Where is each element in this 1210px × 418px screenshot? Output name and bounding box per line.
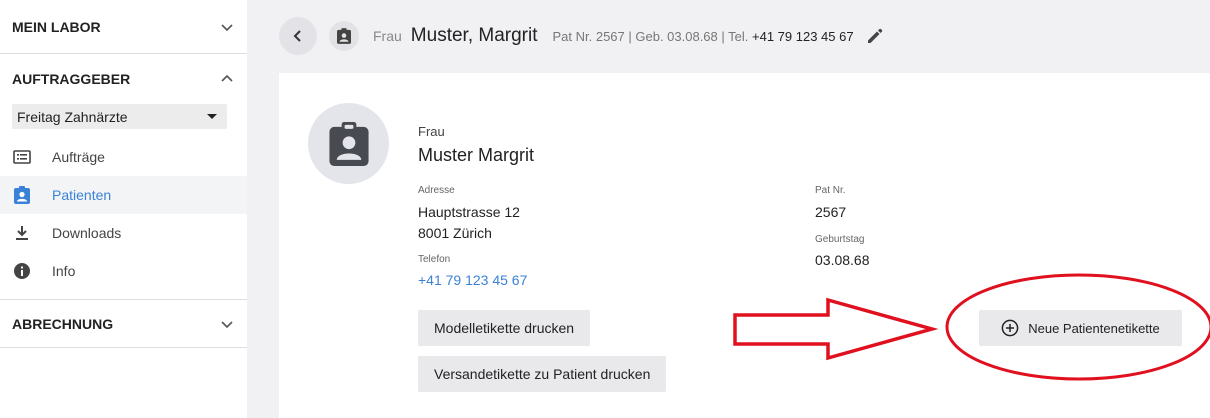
header-salutation: Frau — [373, 28, 402, 44]
sidebar-item-label: Info — [52, 263, 76, 279]
header-meta-text: Pat Nr. 2567 | Geb. 03.08.68 | Tel. — [552, 28, 749, 44]
patnr-value: 2567 — [815, 204, 847, 220]
patient-header: Frau Muster, Margrit Pat Nr. 2567 | Geb.… — [247, 0, 1210, 72]
sidebar-item-downloads[interactable]: Downloads — [0, 214, 247, 252]
sidebar: MEIN LABOR AUFTRAGGEBER Freitag Zahnärzt… — [0, 0, 247, 418]
main-area: Frau Muster, Margrit Pat Nr. 2567 | Geb.… — [247, 0, 1210, 418]
new-patient-label-text: Neue Patientenetikette — [1028, 320, 1160, 336]
chevron-down-icon — [221, 320, 233, 328]
print-model-label-button[interactable]: Modelletikette drucken — [418, 310, 591, 346]
new-patient-label-button[interactable]: Neue Patientenetikette — [979, 310, 1182, 346]
sidebar-item-info[interactable]: Info — [0, 252, 247, 290]
add-circle-icon — [1001, 319, 1019, 337]
sidebar-item-label: Aufträge — [52, 149, 105, 165]
chevron-up-icon — [221, 74, 233, 82]
patient-card: Frau Muster Margrit Adresse Hauptstrasse… — [279, 73, 1210, 418]
sidebar-item-auftraege[interactable]: Aufträge — [0, 138, 247, 176]
section-abrechnung[interactable]: ABRECHNUNG — [0, 299, 247, 348]
header-tel: +41 79 123 45 67 — [752, 28, 854, 44]
sidebar-item-label: Patienten — [52, 187, 112, 203]
section-abrechnung-label: ABRECHNUNG — [12, 315, 114, 332]
patient-avatar — [308, 103, 389, 184]
chevron-left-icon — [293, 30, 301, 42]
back-button[interactable] — [279, 17, 317, 55]
list-icon — [12, 147, 32, 167]
sidebar-item-label: Downloads — [52, 225, 122, 241]
patient-badge-icon — [12, 185, 32, 205]
phone-label: Telefon — [418, 254, 451, 265]
info-icon — [12, 261, 32, 281]
address-label: Adresse — [418, 185, 455, 196]
patnr-label: Pat Nr. — [815, 185, 846, 196]
birthday-value: 03.08.68 — [815, 252, 870, 268]
patient-salutation: Frau — [418, 124, 445, 139]
address-line-1: Hauptstrasse 12 — [418, 204, 520, 220]
section-auftraggeber-label: AUFTRAGGEBER — [12, 71, 131, 87]
print-shipping-label-button[interactable]: Versandetikette zu Patient drucken — [418, 356, 667, 392]
edit-pencil-icon[interactable] — [866, 27, 884, 45]
address-line-2: 8001 Zürich — [418, 225, 492, 241]
page-title: Muster, Margrit — [410, 25, 538, 46]
sidebar-nav: Aufträge Patienten Downloads Info — [0, 138, 247, 290]
section-mein-labor[interactable]: MEIN LABOR — [0, 0, 247, 54]
client-select-value: Freitag Zahnärzte — [17, 108, 128, 125]
phone-link[interactable]: +41 79 123 45 67 — [418, 270, 527, 291]
patient-badge-icon — [329, 21, 359, 51]
download-icon — [12, 223, 32, 243]
sidebar-item-patienten[interactable]: Patienten — [0, 176, 247, 214]
patient-badge-icon — [328, 121, 369, 166]
section-auftraggeber[interactable]: AUFTRAGGEBER — [0, 54, 247, 104]
section-mein-labor-label: MEIN LABOR — [12, 18, 101, 35]
patient-name: Muster Margrit — [418, 145, 535, 165]
birthday-label: Geburtstag — [815, 234, 865, 245]
header-meta: Pat Nr. 2567 | Geb. 03.08.68 | Tel. +41 … — [553, 29, 854, 44]
client-select[interactable]: Freitag Zahnärzte — [12, 104, 227, 129]
chevron-down-icon — [221, 23, 233, 31]
caret-down-icon — [207, 114, 217, 119]
